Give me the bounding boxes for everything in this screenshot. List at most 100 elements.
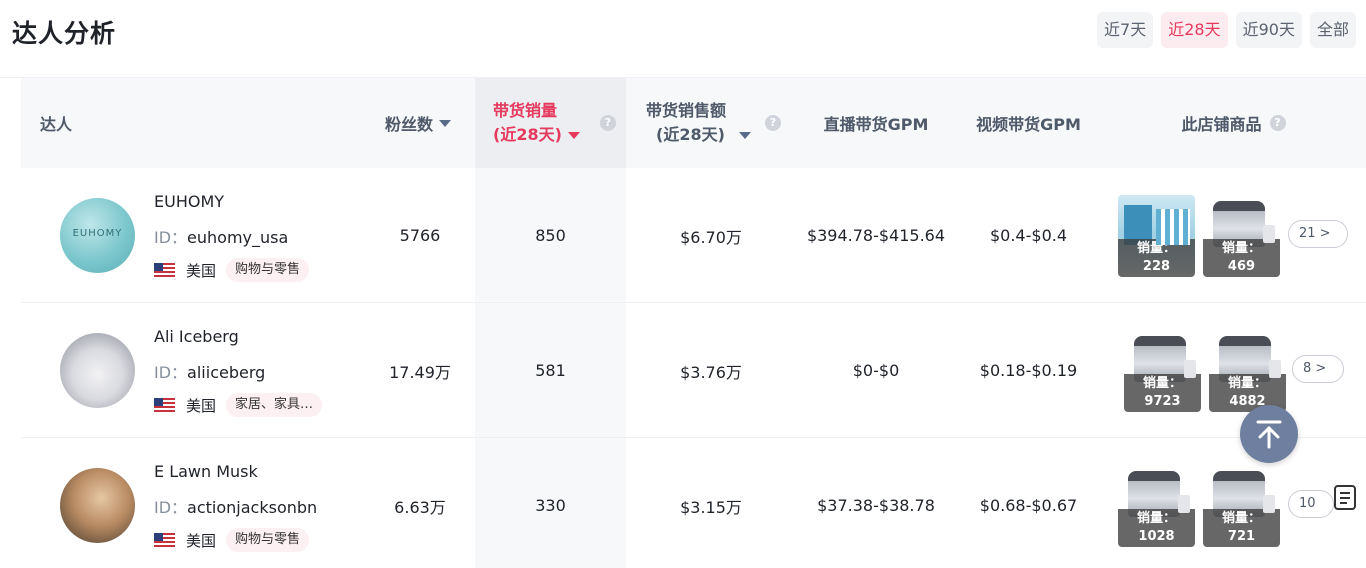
help-icon[interactable]: ? — [599, 115, 616, 131]
avatar[interactable] — [60, 333, 135, 408]
col-sales-line2: (近28天) — [493, 125, 562, 144]
sales-caption: 销量： — [1221, 511, 1261, 526]
live-gpm-value: $0-$0 — [852, 361, 900, 380]
country-name: 美国 — [186, 531, 217, 550]
category-tag: 购物与零售 — [226, 258, 310, 282]
product-list: 销量： 9723 销量： 4882 — [1124, 330, 1286, 412]
col-revenue-label: 带货销售额 (近28天) — [646, 99, 751, 147]
category-tag: 家居、家具… — [226, 393, 323, 417]
more-products-button[interactable]: 21 > — [1288, 220, 1348, 248]
sort-caret-icon — [567, 132, 580, 139]
product-sales-label: 销量： 1028 — [1118, 509, 1195, 547]
col-followers[interactable]: 粉丝数 — [385, 78, 475, 168]
sales-count: 469 — [1227, 259, 1256, 274]
creator-country: 美国 购物与零售 — [154, 528, 310, 552]
table-row[interactable]: E Lawn Musk ID：actionjacksonbn 美国 购物与零售 … — [21, 438, 1366, 568]
col-live-gpm: 直播带货GPM — [796, 78, 956, 168]
video-gpm-value: $0.18-$0.19 — [979, 361, 1078, 380]
product-thumbnail[interactable]: 销量： 721 — [1203, 465, 1280, 547]
help-icon[interactable]: ? — [764, 115, 781, 131]
video-gpm-value: $0.4-$0.4 — [989, 226, 1068, 245]
col-creator: 达人 — [40, 78, 160, 168]
followers-value: 5766 — [399, 226, 441, 245]
col-followers-label: 粉丝数 — [385, 115, 434, 134]
creator-name[interactable]: EUHOMY — [154, 192, 224, 211]
more-products-button[interactable]: 10 — [1288, 490, 1334, 518]
tab-7-days[interactable]: 近7天 — [1097, 12, 1154, 48]
col-store-products: 此店铺商品 ? — [1101, 78, 1366, 168]
id-label: ID： — [154, 498, 188, 517]
help-icon[interactable]: ? — [1269, 115, 1286, 131]
live-gpm-value: $37.38-$38.78 — [817, 496, 935, 515]
document-list-icon[interactable] — [1333, 484, 1359, 512]
tab-90-days[interactable]: 近90天 — [1235, 12, 1302, 48]
col-revenue[interactable]: 带货销售额 (近28天) ? — [626, 78, 796, 168]
us-flag-icon — [154, 533, 175, 547]
id-value: euhomy_usa — [187, 228, 289, 247]
col-video-gpm: 视频带货GPM — [956, 78, 1101, 168]
product-list: 销量： 228 销量： 469 — [1118, 195, 1280, 277]
revenue-value: $6.70万 — [680, 227, 742, 247]
product-sales-label: 销量： 469 — [1203, 239, 1280, 277]
product-list: 销量： 1028 销量： 721 — [1118, 465, 1280, 547]
live-gpm-value: $394.78-$415.64 — [806, 226, 946, 245]
creator-id: ID：aliiceberg — [154, 359, 265, 383]
creator-id: ID：euhomy_usa — [154, 224, 288, 248]
avatar[interactable] — [60, 468, 135, 543]
col-sales-label: 带货销量 (近28天) — [493, 99, 580, 147]
page-title: 达人分析 — [12, 19, 117, 48]
sales-caption: 销量： — [1227, 376, 1267, 391]
sales-caption: 销量： — [1221, 241, 1261, 256]
back-to-top-button[interactable] — [1240, 405, 1298, 463]
id-label: ID： — [154, 363, 188, 382]
col-sales-line1: 带货销量 — [493, 101, 558, 120]
product-sales-label: 销量： 721 — [1203, 509, 1280, 547]
table-row[interactable]: EUHOMY EUHOMY ID：euhomy_usa 美国 购物与零售 576… — [21, 168, 1366, 303]
avatar[interactable]: EUHOMY — [60, 198, 135, 273]
arrow-up-icon — [1256, 420, 1282, 449]
followers-value: 17.49万 — [389, 362, 451, 382]
followers-value: 6.63万 — [394, 497, 446, 517]
col-revenue-line1: 带货销售额 — [646, 101, 727, 120]
product-thumbnail[interactable]: 销量： 9723 — [1124, 330, 1201, 412]
col-video-gpm-label: 视频带货GPM — [976, 115, 1081, 134]
sales-caption: 销量： — [1136, 241, 1176, 256]
creator-id: ID：actionjacksonbn — [154, 494, 317, 518]
sales-value: 330 — [535, 496, 566, 515]
sort-caret-icon — [738, 132, 751, 139]
product-sales-label: 销量： 228 — [1118, 239, 1195, 277]
table-header: 达人 粉丝数 带货销量 (近28天) ? 带货销售额 (近28天) ? 直播带货… — [21, 78, 1366, 168]
more-products-button[interactable]: 8 > — [1292, 355, 1344, 383]
creator-country: 美国 家居、家具… — [154, 393, 323, 417]
tab-28-days[interactable]: 近28天 — [1161, 12, 1228, 48]
sales-value: 850 — [535, 226, 566, 245]
id-value: actionjacksonbn — [187, 498, 318, 517]
col-creator-label: 达人 — [40, 115, 73, 134]
col-sales-sorted[interactable]: 带货销量 (近28天) ? — [475, 78, 626, 168]
us-flag-icon — [154, 398, 175, 412]
product-sales-label: 销量： 9723 — [1124, 374, 1201, 412]
product-thumbnail[interactable]: 销量： 1028 — [1118, 465, 1195, 547]
col-store-products-label: 此店铺商品 — [1181, 115, 1262, 134]
col-live-gpm-label: 直播带货GPM — [823, 115, 929, 134]
tab-all[interactable]: 全部 — [1309, 12, 1356, 48]
date-range-tabs: 近7天 近28天 近90天 全部 — [1097, 12, 1356, 48]
country-name: 美国 — [186, 396, 217, 415]
creator-name[interactable]: Ali Iceberg — [154, 327, 239, 346]
product-thumbnail[interactable]: 销量： 469 — [1203, 195, 1280, 277]
creator-name[interactable]: E Lawn Musk — [154, 462, 258, 481]
sales-count: 1028 — [1138, 529, 1175, 544]
creator-table: 达人 粉丝数 带货销量 (近28天) ? 带货销售额 (近28天) ? 直播带货… — [21, 78, 1366, 568]
product-thumbnail[interactable]: 销量： 4882 — [1209, 330, 1286, 412]
id-label: ID： — [154, 228, 188, 247]
revenue-value: $3.15万 — [680, 497, 742, 517]
revenue-value: $3.76万 — [680, 362, 742, 382]
product-thumbnail[interactable]: 销量： 228 — [1118, 195, 1195, 277]
sales-caption: 销量： — [1136, 511, 1176, 526]
col-revenue-line2: (近28天) — [656, 125, 725, 144]
avatar-logo-text: EUHOMY — [72, 228, 123, 239]
sales-count: 9723 — [1144, 394, 1181, 409]
creator-country: 美国 购物与零售 — [154, 258, 310, 282]
us-flag-icon — [154, 263, 175, 277]
table-row[interactable]: Ali Iceberg ID：aliiceberg 美国 家居、家具… 17.4… — [21, 303, 1366, 438]
